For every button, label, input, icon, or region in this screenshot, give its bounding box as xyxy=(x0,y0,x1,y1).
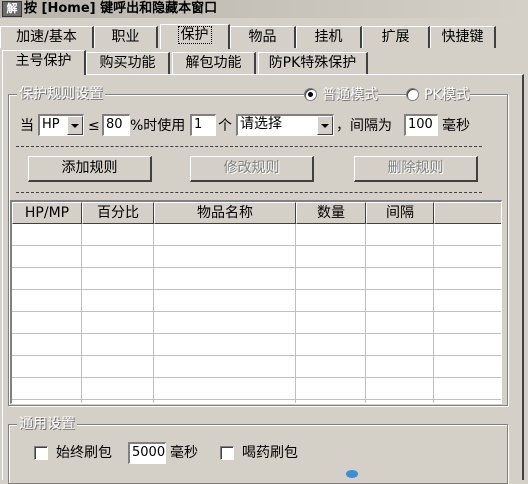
radio-normal-mode[interactable]: 普通模式 xyxy=(304,84,378,104)
window-title: 按 [Home] 键呼出和隐藏本窗口 xyxy=(24,1,218,16)
chevron-down-icon[interactable] xyxy=(317,116,333,135)
grid-line xyxy=(12,267,501,268)
tab-unpack[interactable]: 解包功能 xyxy=(172,52,256,74)
rules-table[interactable]: HP/MP 百分比 物品名称 数量 间隔 xyxy=(10,200,502,404)
main-tab-strip: 加速/基本 职业 保护 物品 挂机 扩展 快捷键 xyxy=(0,24,528,50)
title-bar: 解按 [Home] 键呼出和隐藏本窗口 xyxy=(0,0,528,18)
radio-normal-dot xyxy=(304,87,317,101)
tab-speed-basic[interactable]: 加速/基本 xyxy=(0,26,94,48)
tab-buy[interactable]: 购买功能 xyxy=(86,52,170,74)
tab-label: 主号保护 xyxy=(15,53,72,69)
item-select-value: 请选择 xyxy=(240,116,282,132)
column-header-quantity[interactable]: 数量 xyxy=(296,202,366,224)
radio-pk-dot xyxy=(406,87,419,101)
stat-select-value: HP xyxy=(42,117,60,132)
drink-refresh-label: 喝药刷包 xyxy=(242,445,298,461)
percent-input[interactable]: 80 xyxy=(102,114,130,136)
divider xyxy=(16,192,482,193)
tab-label: 职业 xyxy=(111,29,140,45)
always-refresh-checkbox[interactable] xyxy=(34,446,48,460)
grid-line xyxy=(12,311,501,312)
tab-items[interactable]: 物品 xyxy=(230,26,296,48)
interval-label: ，间隔为 xyxy=(336,118,392,134)
tab-label: 保护 xyxy=(177,26,212,44)
grid-line xyxy=(12,355,501,356)
radio-pk-mode[interactable]: PK模式 xyxy=(406,84,470,104)
chevron-down-icon[interactable] xyxy=(67,116,83,135)
item-select[interactable]: 请选择 xyxy=(236,114,334,136)
radio-normal-label: 普通模式 xyxy=(322,87,378,103)
general-group-title: 通用设置 xyxy=(17,415,77,433)
tab-label: 扩展 xyxy=(381,29,410,45)
tab-protect[interactable]: 保护 xyxy=(160,24,230,49)
when-label: 当 xyxy=(20,118,34,134)
column-header-percent[interactable]: 百分比 xyxy=(82,202,154,224)
grid-line xyxy=(12,289,501,290)
mouse-cursor-icon xyxy=(346,470,358,478)
column-header-filler xyxy=(434,202,501,224)
tab-label: 购买功能 xyxy=(99,55,156,71)
column-header-hpmp[interactable]: HP/MP xyxy=(12,202,82,224)
radio-pk-label: PK模式 xyxy=(424,87,470,103)
grid-line xyxy=(12,399,501,400)
delete-rule-button[interactable]: 删除规则 xyxy=(354,156,478,182)
interval-input[interactable]: 100 xyxy=(404,114,438,136)
tab-label: 解包功能 xyxy=(185,55,242,71)
ms-label: 毫秒 xyxy=(442,118,470,134)
use-label: %时使用 xyxy=(130,118,186,134)
unit-label: 个 xyxy=(218,118,232,134)
refresh-ms-unit: 毫秒 xyxy=(170,445,198,461)
always-refresh-label: 始终刷包 xyxy=(56,445,112,461)
tab-extend[interactable]: 扩展 xyxy=(362,26,430,48)
add-rule-button[interactable]: 添加规则 xyxy=(28,156,152,182)
grid-line xyxy=(12,245,501,246)
column-header-interval[interactable]: 间隔 xyxy=(366,202,434,224)
sub-tab-strip: 主号保护 购买功能 解包功能 防PK特殊保护 xyxy=(0,50,528,76)
tab-label: 快捷键 xyxy=(441,29,484,45)
tab-anti-pk[interactable]: 防PK特殊保护 xyxy=(258,52,368,74)
app-icon[interactable]: 解 xyxy=(2,1,22,17)
stat-select[interactable]: HP xyxy=(38,114,84,136)
rules-group-title: 保护规则设置 xyxy=(17,85,105,103)
tab-afk[interactable]: 挂机 xyxy=(296,26,362,48)
refresh-ms-input[interactable]: 5000 xyxy=(128,442,166,464)
divider xyxy=(16,146,482,147)
table-header: HP/MP 百分比 物品名称 数量 间隔 xyxy=(12,202,501,224)
edit-rule-button[interactable]: 修改规则 xyxy=(190,156,314,182)
tab-label: 防PK特殊保护 xyxy=(268,55,357,71)
tab-label: 物品 xyxy=(248,29,277,45)
grid-line xyxy=(12,333,501,334)
tab-hotkeys[interactable]: 快捷键 xyxy=(430,26,496,48)
drink-refresh-checkbox[interactable] xyxy=(220,446,234,460)
tab-class[interactable]: 职业 xyxy=(94,26,158,48)
le-label: ≤ xyxy=(88,118,100,134)
table-body[interactable] xyxy=(12,224,501,403)
tab-label: 加速/基本 xyxy=(16,29,77,45)
column-header-item-name[interactable]: 物品名称 xyxy=(154,202,296,224)
count-input[interactable]: 1 xyxy=(190,114,216,136)
tab-label: 挂机 xyxy=(314,29,343,45)
grid-line xyxy=(12,377,501,378)
tab-main-protect[interactable]: 主号保护 xyxy=(2,50,86,75)
